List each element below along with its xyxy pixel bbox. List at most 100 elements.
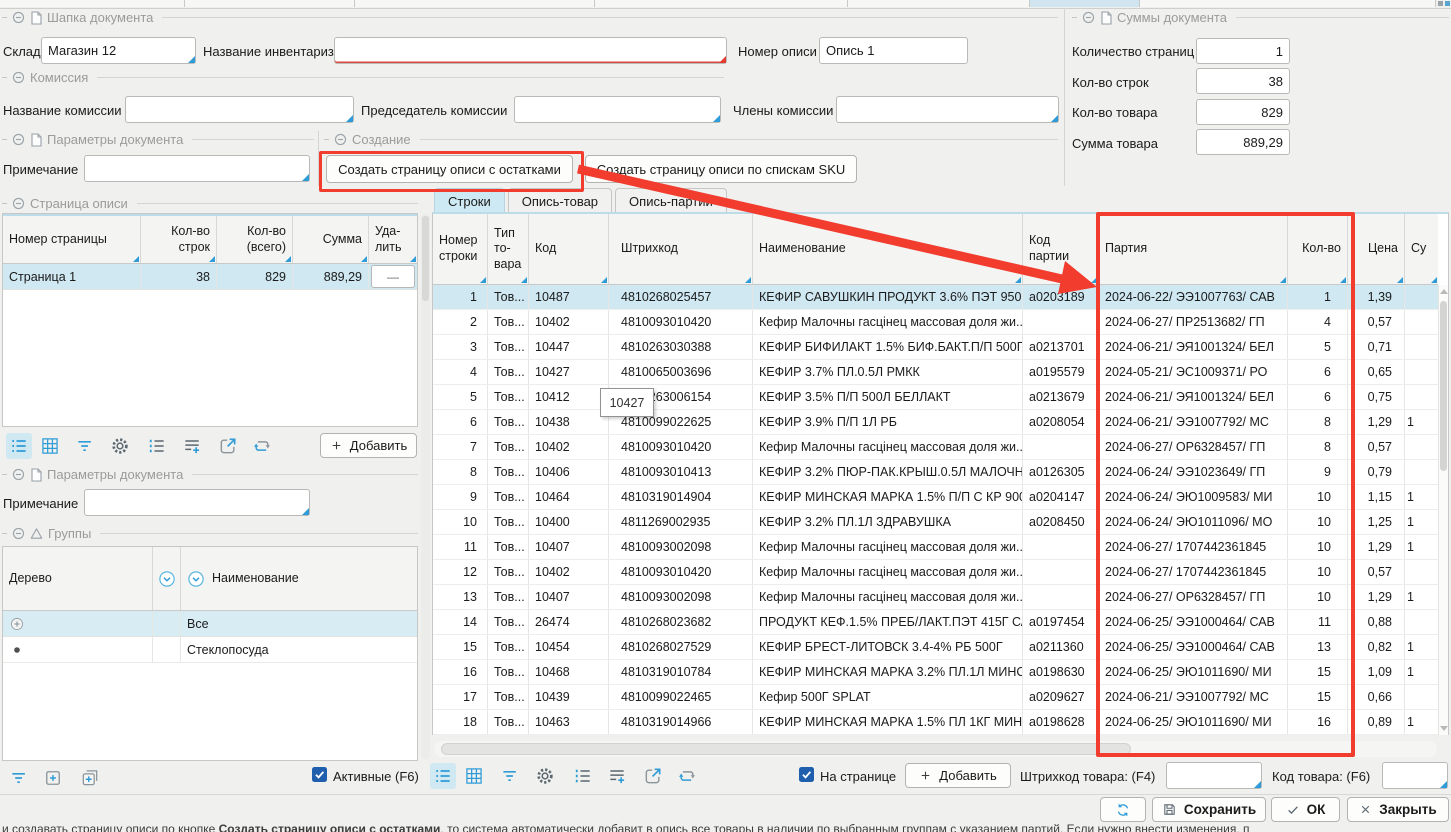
table-row[interactable]: 10 Тов... 10400 4811269002935 КЕФИР 3.2%… <box>433 510 1438 535</box>
column-header-sum[interactable]: Сумма <box>293 216 369 263</box>
numbered-list-icon[interactable] <box>570 763 596 789</box>
collapse-icon[interactable] <box>12 71 25 84</box>
top-tab[interactable] <box>1140 0 1436 7</box>
inventory-name-input[interactable] <box>334 37 727 64</box>
column-header-tree[interactable]: Дерево <box>3 547 153 610</box>
collapse-icon[interactable] <box>12 468 25 481</box>
page-row[interactable]: Страница 1 38 829 889,29 — <box>3 264 417 290</box>
save-button[interactable]: Сохранить <box>1152 797 1266 822</box>
table-row[interactable]: 6 Тов... 10438 4810099022625 КЕФИР 3.9% … <box>433 410 1438 435</box>
open-external-icon[interactable] <box>640 763 666 789</box>
note-input[interactable] <box>84 155 310 182</box>
scroll-up-icon[interactable] <box>1440 289 1448 294</box>
table-row[interactable]: 7 Тов... 10402 4810093010420 Кефир Малоч… <box>433 435 1438 460</box>
column-header-name[interactable]: Наименование <box>753 214 1023 284</box>
collapse-icon[interactable] <box>12 197 25 210</box>
table-row[interactable]: 13 Тов... 10407 4810093002098 Кефир Мало… <box>433 585 1438 610</box>
column-header-delete[interactable]: Уда-лить <box>369 216 417 263</box>
collapse-icon[interactable] <box>12 133 25 146</box>
add-to-list-icon[interactable] <box>604 763 630 789</box>
table-row[interactable]: 2 Тов... 10402 4810093010420 Кефир Малоч… <box>433 310 1438 335</box>
code-input[interactable] <box>1382 762 1448 789</box>
top-tab[interactable] <box>0 0 185 7</box>
filter-icon[interactable] <box>497 763 523 789</box>
left-panel-scrollbar[interactable] <box>421 214 430 759</box>
grid-view-icon[interactable] <box>37 433 63 459</box>
collapse-icon[interactable] <box>334 133 347 146</box>
scrollbar-thumb[interactable] <box>441 743 1131 755</box>
create-page-with-remainders-button[interactable]: Создать страницу описи с остатками <box>326 155 573 183</box>
column-header-total-count[interactable]: Кол-во (всего) <box>217 216 293 263</box>
gear-icon[interactable] <box>532 763 558 789</box>
scroll-down-icon[interactable] <box>1440 726 1448 731</box>
tab-opis-tovar[interactable]: Опись-товар <box>508 188 612 213</box>
main-table-horizontal-scrollbar[interactable] <box>434 741 1437 757</box>
refresh-button[interactable] <box>1100 797 1146 822</box>
filter-icon[interactable] <box>72 433 98 459</box>
commission-members-input[interactable] <box>836 96 1059 123</box>
column-header-name[interactable]: Наименование <box>181 547 417 610</box>
column-header-sum[interactable]: Су <box>1405 214 1438 284</box>
list-view-icon[interactable] <box>6 433 32 459</box>
group-row[interactable]: Стеклопосуда <box>3 637 417 663</box>
table-row[interactable]: 17 Тов... 10439 4810099022465 Кефир 500Г… <box>433 685 1438 710</box>
table-row[interactable]: 14 Тов... 26474 4810268023682 ПРОДУКТ КЕ… <box>433 610 1438 635</box>
table-row[interactable]: 1 Тов... 10487 4810268025457 КЕФИР САВУШ… <box>433 285 1438 310</box>
open-external-icon[interactable] <box>215 433 241 459</box>
column-header-rows-count[interactable]: Кол-во строк <box>141 216 217 263</box>
column-header-type[interactable]: Тип то-вара <box>488 214 529 284</box>
ok-button[interactable]: ОК <box>1271 797 1340 822</box>
column-header-qty[interactable]: Кол-во <box>1288 214 1348 284</box>
tab-stroki[interactable]: Строки <box>434 188 505 213</box>
column-header-batch-code[interactable]: Код партии <box>1023 214 1099 284</box>
top-tab[interactable] <box>595 0 848 7</box>
add-group-icon[interactable] <box>77 765 103 791</box>
page-note-input[interactable] <box>84 489 310 516</box>
filter-dropdown-icon[interactable] <box>187 570 205 588</box>
table-row[interactable]: 18 Тов... 10463 4810319014966 КЕФИР МИНС… <box>433 710 1438 735</box>
loop-icon[interactable] <box>674 763 700 789</box>
group-row[interactable]: Все <box>3 611 417 637</box>
inventory-number-input[interactable] <box>819 37 968 64</box>
delete-page-button[interactable]: — <box>371 265 415 288</box>
top-tab[interactable] <box>185 0 355 7</box>
on-page-checkbox[interactable] <box>799 767 814 782</box>
list-view-icon[interactable] <box>430 763 456 789</box>
collapse-icon[interactable] <box>12 11 25 24</box>
active-checkbox[interactable] <box>312 767 327 782</box>
commission-chairman-input[interactable] <box>514 96 721 123</box>
collapse-icon[interactable] <box>1082 11 1095 24</box>
column-header-batch[interactable]: Партия <box>1099 214 1288 284</box>
top-tab[interactable] <box>848 0 1030 7</box>
tree-expand-icon[interactable] <box>9 616 25 632</box>
column-header-page-number[interactable]: Номер страницы <box>3 216 141 263</box>
table-row[interactable]: 5 Тов... 10412 4810263006154 КЕФИР 3.5% … <box>433 385 1438 410</box>
column-header-price[interactable]: Цена <box>1348 214 1405 284</box>
top-tab[interactable] <box>355 0 595 7</box>
scrollbar-thumb[interactable] <box>1440 301 1447 471</box>
loop-icon[interactable] <box>249 433 275 459</box>
commission-name-input[interactable] <box>125 96 354 123</box>
close-button[interactable]: Закрыть <box>1347 797 1449 822</box>
tab-opis-partii[interactable]: Опись-партии <box>615 188 727 213</box>
filter-icon[interactable] <box>6 765 32 791</box>
collapse-icon[interactable] <box>12 527 25 540</box>
filter-dropdown-icon[interactable] <box>153 547 181 610</box>
barcode-input[interactable] <box>1166 762 1262 789</box>
top-tab-active[interactable] <box>1030 0 1140 7</box>
warehouse-input[interactable] <box>41 37 196 64</box>
table-row[interactable]: 11 Тов... 10407 4810093002098 Кефир Мало… <box>433 535 1438 560</box>
grid-view-icon[interactable] <box>461 763 487 789</box>
table-row[interactable]: 9 Тов... 10464 4810319014904 КЕФИР МИНСК… <box>433 485 1438 510</box>
add-item-icon[interactable] <box>40 765 66 791</box>
column-header-row-number[interactable]: Номер строки <box>433 214 488 284</box>
table-row[interactable]: 3 Тов... 10447 4810263030388 КЕФИР БИФИЛ… <box>433 335 1438 360</box>
add-row-button[interactable]: Добавить <box>905 763 1011 788</box>
numbered-list-icon[interactable] <box>144 433 170 459</box>
table-row[interactable]: 16 Тов... 10468 4810319010784 КЕФИР МИНС… <box>433 660 1438 685</box>
create-page-by-sku-button[interactable]: Создать страницу описи по спискам SKU <box>585 155 857 183</box>
gear-icon[interactable] <box>107 433 133 459</box>
table-row[interactable]: 12 Тов... 10402 4810093010420 Кефир Мало… <box>433 560 1438 585</box>
add-page-button[interactable]: Добавить <box>320 433 417 458</box>
table-row[interactable]: 4 Тов... 10427 4810065003696 КЕФИР 3.7% … <box>433 360 1438 385</box>
